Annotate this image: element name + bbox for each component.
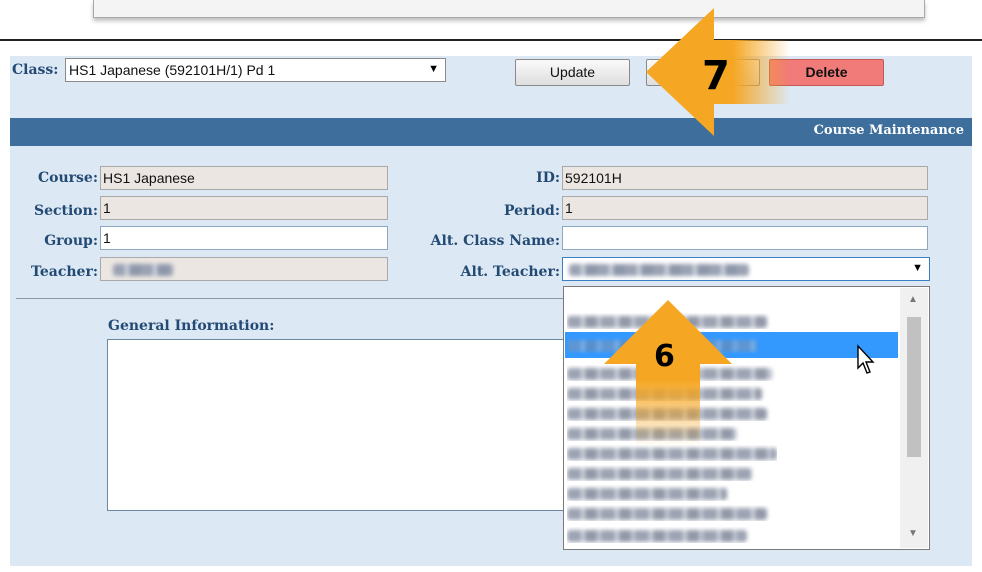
class-select-value: HS1 Japanese (592101H/1) Pd 1: [69, 62, 276, 78]
divider-line: [0, 39, 982, 41]
id-label: ID:: [536, 170, 560, 186]
step-6-number: 6: [654, 339, 675, 374]
dropdown-scrollbar[interactable]: ▲ ▼: [900, 288, 928, 548]
alt-teacher-value-redacted: [569, 264, 749, 276]
class-select[interactable]: HS1 Japanese (592101H/1) Pd 1 ▼: [65, 58, 446, 82]
id-field: 592101H: [562, 166, 928, 190]
divider: [16, 298, 566, 299]
teacher-name-redacted: [113, 264, 173, 276]
list-item[interactable]: [567, 527, 777, 543]
alt-teacher-label: Alt. Teacher:: [460, 264, 560, 280]
alt-class-name-label: Alt. Class Name:: [430, 233, 560, 249]
section-header: Course Maintenance: [10, 118, 972, 146]
teacher-field: [100, 257, 388, 281]
top-input-field[interactable]: [93, 0, 925, 18]
period-field: 1: [562, 196, 928, 220]
class-label: Class:: [12, 62, 59, 78]
section-label: Section:: [33, 203, 98, 219]
step-7-arrow-icon: 7: [646, 8, 790, 136]
period-label: Period:: [503, 203, 560, 219]
group-field[interactable]: 1: [100, 226, 388, 250]
chevron-down-icon: ▼: [912, 262, 923, 274]
alt-class-name-field[interactable]: [562, 226, 928, 250]
general-info-textarea[interactable]: [107, 339, 567, 511]
section-field: 1: [100, 196, 388, 220]
scrollbar-thumb[interactable]: [907, 317, 921, 457]
alt-teacher-select[interactable]: ▼: [562, 257, 930, 281]
step-7-number: 7: [702, 53, 730, 99]
teacher-label: Teacher:: [31, 264, 98, 280]
general-info-label: General Information:: [108, 318, 275, 334]
scroll-down-icon[interactable]: ▼: [908, 528, 918, 539]
list-item[interactable]: [567, 505, 777, 521]
update-button[interactable]: Update: [515, 59, 630, 86]
step-6-arrow-icon: 6: [604, 300, 732, 446]
chevron-down-icon: ▼: [428, 63, 439, 75]
course-label: Course:: [38, 170, 98, 186]
mouse-pointer-icon: [857, 344, 875, 374]
section-title: Course Maintenance: [813, 123, 964, 138]
list-item[interactable]: [567, 485, 777, 501]
group-label: Group:: [44, 233, 98, 249]
list-item[interactable]: [567, 465, 777, 481]
course-field: HS1 Japanese: [100, 166, 388, 190]
scroll-up-icon[interactable]: ▲: [908, 294, 918, 305]
